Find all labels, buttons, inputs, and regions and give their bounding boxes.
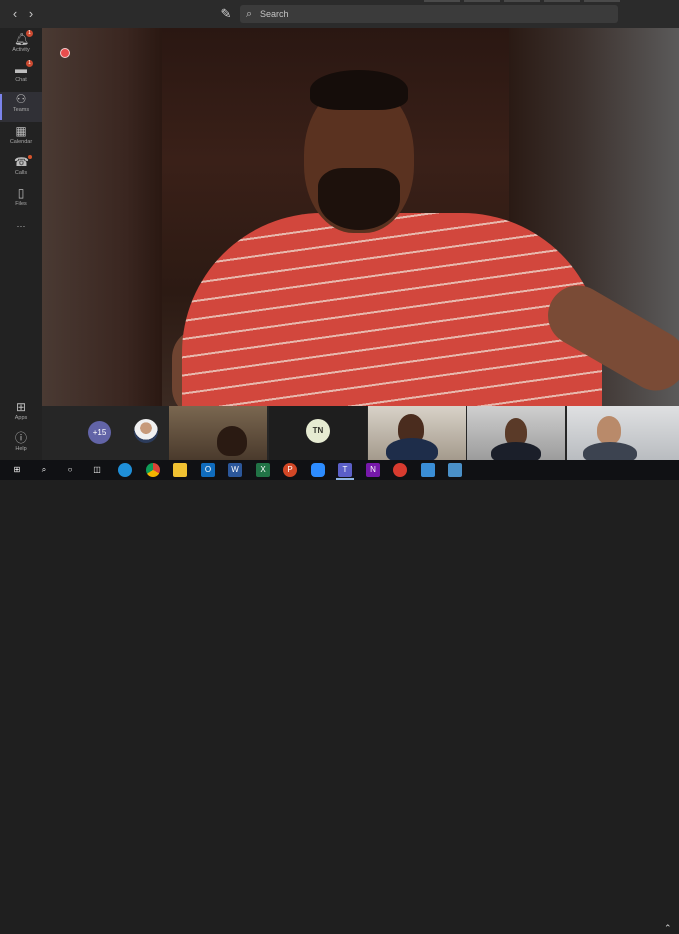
tab-strip-3 (504, 0, 540, 2)
video-background-left (42, 28, 162, 406)
help-icon: ⓘ (14, 431, 27, 445)
participant-video-tile[interactable] (368, 406, 466, 460)
teams-icon: ⚇ (15, 92, 27, 106)
rail-label-files: Files (15, 201, 27, 207)
participant-person (217, 426, 247, 456)
tab-strip-1 (424, 0, 460, 2)
red-app-icon[interactable] (393, 463, 407, 477)
rail-item-calls[interactable]: ☎ Calls (0, 155, 42, 185)
rail-item-calendar[interactable]: ▦ Calendar (0, 124, 42, 154)
rail-item-teams[interactable]: ⚇ Teams (0, 92, 42, 122)
search-box[interactable]: ⌕ (240, 5, 618, 23)
search-input[interactable] (260, 6, 600, 22)
rail-item-chat[interactable]: ▬ 1 Chat (0, 60, 42, 92)
photos-icon[interactable] (448, 463, 462, 477)
more-participants-button[interactable]: +15 (88, 421, 111, 444)
control-panel-icon[interactable] (421, 463, 435, 477)
rail-label-activity: Activity (12, 47, 30, 53)
windows-start-icon[interactable]: ⊞ (10, 463, 24, 477)
participant-person-body (386, 438, 438, 460)
phone-icon: ☎ (14, 155, 29, 169)
task-view-icon[interactable]: ◫ (90, 463, 104, 477)
participant-video-tile[interactable] (567, 406, 679, 460)
rail-label-calendar: Calendar (9, 139, 33, 145)
outlook-icon[interactable]: O (201, 463, 215, 477)
rail-item-more[interactable]: ··· (0, 220, 42, 236)
file-icon: ▯ (17, 186, 25, 200)
calendar-icon: ▦ (15, 124, 27, 138)
participant-avatar[interactable] (134, 419, 158, 443)
participant-person (597, 416, 621, 444)
search-icon[interactable]: ⌕ (37, 463, 51, 477)
onenote-icon[interactable]: N (366, 463, 380, 477)
participant-video-tile[interactable] (169, 406, 267, 460)
rail-label-apps: Apps (14, 415, 28, 421)
participant-person-body (583, 442, 637, 460)
participant-video-tile[interactable] (467, 406, 565, 460)
chrome-icon[interactable] (146, 463, 160, 477)
video-speaker-beard (318, 168, 400, 230)
forward-icon[interactable]: › (23, 6, 39, 22)
powerpoint-icon[interactable]: P (283, 463, 297, 477)
video-speaker-shirt (182, 213, 602, 406)
calls-dot-badge (28, 155, 32, 159)
apps-icon: ⊞ (15, 400, 27, 414)
video-speaker-hair (310, 70, 408, 110)
windows-taskbar: ⊞ ⌕ ○ ◫ O W X P T N ⌃ (0, 460, 679, 933)
app-rail: 🔔︎ 1 Activity ▬ 1 Chat ⚇ Teams ▦ Calenda… (0, 28, 42, 460)
edge-icon[interactable] (118, 463, 132, 477)
file-explorer-icon[interactable] (173, 463, 187, 477)
rail-item-help[interactable]: ⓘ Help (0, 431, 42, 461)
tab-strip-4 (544, 0, 580, 2)
title-bar: ‹ › ✎ ⌕ (0, 0, 679, 28)
cortana-icon[interactable]: ○ (63, 463, 77, 477)
rail-label-chat: Chat (15, 77, 27, 83)
rail-item-activity[interactable]: 🔔︎ 1 Activity (0, 30, 42, 62)
excel-icon[interactable]: X (256, 463, 270, 477)
back-icon[interactable]: ‹ (7, 6, 23, 22)
tab-strip-5 (584, 0, 620, 2)
participant-initials-avatar[interactable]: TN (306, 419, 330, 443)
recording-indicator-icon (60, 48, 70, 58)
rail-item-apps[interactable]: ⊞ Apps (0, 400, 42, 430)
teams-taskbar-icon[interactable]: T (338, 463, 352, 477)
chevron-up-icon[interactable]: ⌃ (664, 923, 672, 934)
rail-label-calls: Calls (14, 170, 28, 176)
main-video-feed (42, 28, 679, 406)
tab-strip-2 (464, 0, 500, 2)
rail-item-files[interactable]: ▯ Files (0, 186, 42, 216)
more-dots-icon: ··· (16, 221, 26, 231)
compose-icon[interactable]: ✎ (218, 6, 234, 22)
participant-person-body (491, 442, 541, 460)
search-icon: ⌕ (246, 8, 253, 20)
zoom-icon[interactable] (311, 463, 325, 477)
rail-label-help: Help (15, 446, 27, 452)
activity-badge: 1 (26, 30, 33, 37)
rail-label-teams: Teams (12, 107, 30, 113)
chat-badge: 1 (26, 60, 33, 67)
word-icon[interactable]: W (228, 463, 242, 477)
